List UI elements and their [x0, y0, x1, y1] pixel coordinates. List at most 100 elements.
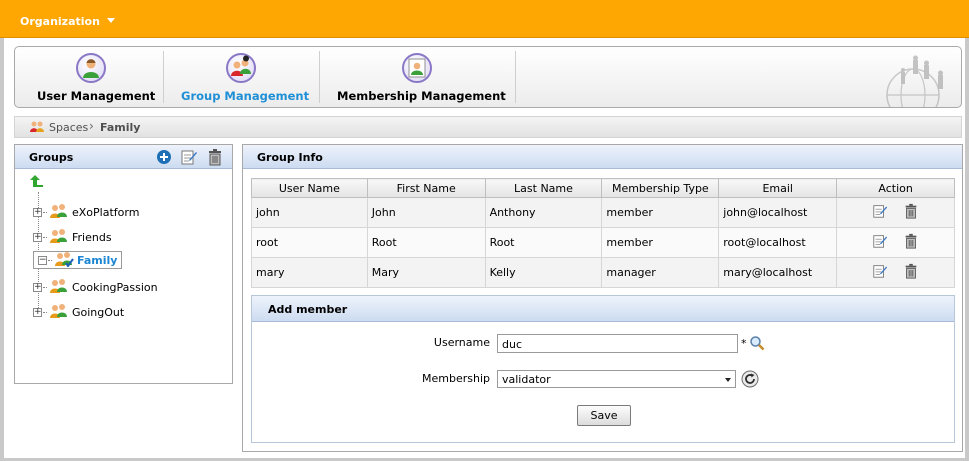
membership-select[interactable]: validator [497, 370, 736, 388]
expand-icon[interactable]: + [33, 207, 42, 217]
edit-membership-button[interactable] [872, 233, 888, 252]
breadcrumb-current: Family [100, 121, 141, 134]
members-table: User Name First Name Last Name Membershi… [251, 178, 955, 288]
groups-panel-title: Groups [29, 151, 74, 164]
membership-selected-value: validator [502, 373, 551, 386]
membership-label: Membership [422, 372, 490, 385]
chevron-down-icon [725, 378, 731, 382]
cell-lastname: Root [484, 227, 603, 258]
column-header[interactable]: First Name [366, 178, 486, 198]
cell-firstname: Root [366, 227, 486, 258]
tab-divider [163, 51, 164, 103]
cell-username: mary [251, 257, 368, 288]
cell-email: john@localhost [718, 197, 838, 228]
organization-menu-label: Organization [20, 15, 100, 28]
search-icon [750, 336, 765, 351]
search-user-button[interactable] [749, 335, 765, 354]
edit-membership-button[interactable] [872, 203, 888, 222]
organization-menu[interactable]: Organization [20, 15, 115, 28]
expand-icon[interactable]: + [33, 282, 42, 292]
cell-firstname: John [366, 197, 486, 228]
delete-membership-button[interactable] [903, 263, 919, 282]
delete-group-button[interactable] [206, 148, 224, 166]
column-header[interactable]: Email [718, 178, 838, 198]
group-icon [49, 303, 69, 322]
group-icon [49, 278, 69, 297]
tree-node-friends[interactable]: + Friends [33, 226, 112, 248]
edit-group-button[interactable] [180, 148, 198, 166]
tab-membership-management-label: Membership Management [337, 89, 506, 103]
collapse-icon[interactable]: − [38, 255, 47, 265]
tab-group-management[interactable]: Group Management [181, 51, 310, 105]
refresh-membership-button[interactable] [741, 370, 759, 391]
cell-membership-type: manager [601, 257, 720, 288]
tree-node-cookingpassion[interactable]: + CookingPassion [33, 276, 158, 298]
edit-membership-button[interactable] [872, 263, 888, 282]
groups-panel-header: Groups [15, 145, 232, 169]
delete-membership-button[interactable] [903, 233, 919, 252]
group-info-panel: Group Info User Name First Name Last Nam… [242, 144, 963, 452]
tab-group-management-label: Group Management [181, 89, 310, 103]
tab-user-management[interactable]: User Management [37, 51, 155, 105]
tab-membership-management[interactable]: Membership Management [337, 51, 506, 105]
management-tabs: User Management Group Management Members… [14, 46, 962, 108]
cell-lastname: Anthony [484, 197, 603, 228]
cell-action [836, 257, 955, 288]
cell-username: john [251, 197, 368, 228]
trash-icon [906, 233, 917, 249]
group-info-header: Group Info [243, 145, 962, 169]
portlet-frame: User Management Group Management Members… [0, 38, 969, 461]
cell-email: mary@localhost [718, 257, 838, 288]
group-info-title: Group Info [257, 151, 323, 164]
table-row: mary Mary Kelly manager mary@localhost [251, 257, 955, 288]
column-header[interactable]: Membership Type [601, 178, 720, 198]
group-icon [29, 120, 45, 137]
arrow-up-icon [30, 175, 43, 187]
breadcrumb-spaces-link[interactable]: Spaces [49, 121, 88, 134]
group-selected-icon [54, 251, 74, 270]
tree-node-label: CookingPassion [72, 280, 158, 294]
tab-divider [319, 51, 320, 103]
cell-email: root@localhost [718, 227, 838, 258]
cell-action [836, 227, 955, 258]
expand-icon[interactable]: + [33, 232, 42, 242]
column-header[interactable]: Last Name [484, 178, 603, 198]
membership-management-icon [402, 53, 432, 83]
username-label: Username [433, 336, 490, 349]
expand-icon[interactable]: + [33, 307, 42, 317]
plus-icon [157, 150, 171, 164]
edit-icon [181, 150, 197, 165]
tree-node-exoplatform[interactable]: + eXoPlatform [33, 201, 139, 223]
username-field[interactable]: duc [497, 334, 738, 353]
username-value: duc [502, 338, 523, 351]
add-member-form: Add member Username duc * Membership val… [251, 295, 955, 443]
edit-icon [873, 205, 887, 218]
add-member-title: Add member [268, 303, 348, 316]
add-group-button[interactable] [155, 148, 173, 166]
edit-icon [873, 265, 887, 278]
tree-node-goingout[interactable]: + GoingOut [33, 301, 124, 323]
delete-membership-button[interactable] [903, 203, 919, 222]
group-management-icon [226, 53, 256, 83]
tree-node-family[interactable]: − Family [33, 251, 123, 270]
group-tree: + eXoPlatform + Friends − Family + Cooki… [15, 170, 232, 383]
group-icon [49, 203, 69, 222]
trash-icon [906, 203, 917, 219]
cell-firstname: Mary [366, 257, 486, 288]
cell-membership-type: member [601, 197, 720, 228]
add-member-header: Add member [252, 296, 954, 322]
tab-divider [515, 51, 516, 103]
tree-node-label: Family [77, 253, 118, 267]
column-header[interactable]: User Name [251, 178, 368, 198]
level-up-button[interactable] [29, 174, 45, 191]
cell-username: root [251, 227, 368, 258]
tree-node-label: eXoPlatform [72, 205, 140, 219]
trash-icon [209, 149, 221, 166]
groups-panel: Groups + eXoPlatform + Friends − Family … [14, 144, 233, 384]
table-row: root Root Root member root@localhost [251, 227, 955, 258]
group-icon [49, 228, 69, 247]
tree-node-label: Friends [72, 230, 112, 244]
chevron-right-icon: › [89, 119, 94, 133]
save-button[interactable]: Save [577, 405, 631, 426]
refresh-icon [741, 370, 759, 388]
